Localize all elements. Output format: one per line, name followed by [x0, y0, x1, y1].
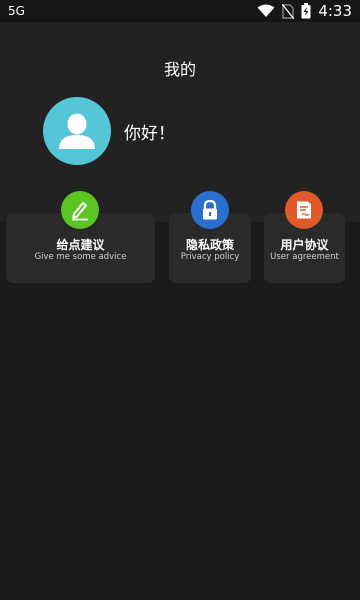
privacy-subtitle: Privacy policy [180, 252, 240, 262]
user-icon [57, 112, 97, 150]
clock: 4:33 [318, 2, 352, 20]
no-sim-icon [282, 3, 295, 19]
wifi-icon [257, 4, 275, 18]
advice-subtitle: Give me some advice [34, 252, 127, 262]
user-agreement-card[interactable]: 用户协议 User agreement [264, 191, 345, 283]
network-indicator: 5G [8, 4, 25, 18]
agreement-icon-circle [285, 191, 323, 229]
document-icon [293, 199, 315, 221]
agreement-subtitle: User agreement [270, 252, 339, 262]
page-title: 我的 [163, 60, 196, 79]
privacy-title: 隐私政策 [185, 238, 234, 252]
agreement-title: 用户协议 [280, 238, 329, 252]
battery-charging-icon [301, 3, 311, 19]
pencil-icon [69, 199, 91, 221]
advice-title: 给点建议 [56, 238, 105, 252]
avatar[interactable] [43, 97, 111, 165]
privacy-policy-card[interactable]: 隐私政策 Privacy policy [169, 191, 251, 283]
advice-card[interactable]: 给点建议 Give me some advice [6, 191, 155, 283]
status-icons: 4:33 [257, 2, 352, 20]
privacy-icon-circle [191, 191, 229, 229]
greeting-text: 你好！ [124, 124, 175, 144]
status-bar: 5G 4:33 [0, 0, 360, 22]
advice-icon-circle [61, 191, 99, 229]
lock-icon [200, 199, 220, 221]
